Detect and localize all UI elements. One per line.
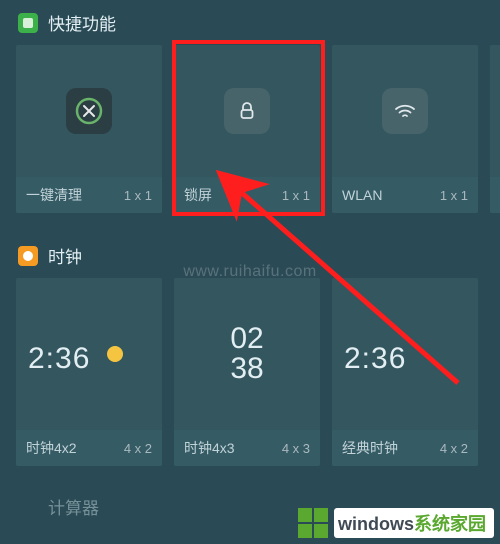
footer-logo: windows系统家园 <box>298 508 494 538</box>
tile-lock-screen[interactable]: 锁屏 1 x 1 <box>174 45 320 213</box>
tile-one-tap-clean[interactable]: 一键清理 1 x 1 <box>16 45 162 213</box>
tile-label-text: 时钟4x2 <box>26 438 77 458</box>
tile-label-text: 经典时钟 <box>342 438 398 458</box>
tile-label-bar: 时钟4x2 4 x 2 <box>16 430 162 466</box>
tile-label-bar: 时钟4x3 4 x 3 <box>174 430 320 466</box>
tile-wlan[interactable]: WLAN 1 x 1 <box>332 45 478 213</box>
tile-preview: 2:36 <box>332 278 478 430</box>
tile-label-text: 锁屏 <box>184 185 212 205</box>
tile-label-bar: WLAN 1 x 1 <box>332 177 478 213</box>
tile-preview <box>16 45 162 177</box>
tile-size-text: 1 x 1 <box>124 188 152 203</box>
footer-logo-text: windows系统家园 <box>334 508 494 538</box>
tile-label-bar: 经典时钟 4 x 2 <box>332 430 478 466</box>
tile-size-text: 4 x 2 <box>124 441 152 456</box>
weather-sun-icon <box>107 346 123 362</box>
section-badge-icon <box>18 497 38 517</box>
tile-label-bar: 锁屏 1 x 1 <box>174 177 320 213</box>
tile-preview: 2:36 <box>16 278 162 430</box>
tile-preview <box>174 45 320 177</box>
tile-label-text: WLAN <box>342 187 382 203</box>
tile-label-bar: 一键清理 1 x 1 <box>16 177 162 213</box>
clock-time-text: 2:36 <box>344 342 406 375</box>
tile-partial-cutoff[interactable]: 手 <box>490 45 500 213</box>
tile-size-text: 4 x 3 <box>282 441 310 456</box>
tile-size-text: 1 x 1 <box>282 188 310 203</box>
section-title: 时钟 <box>48 243 82 268</box>
section-header-clock: 时钟 <box>0 223 500 272</box>
logo-main: windows <box>338 514 414 534</box>
tile-label-text: 一键清理 <box>26 185 82 205</box>
close-ring-icon <box>66 88 112 134</box>
tile-clock-4x2[interactable]: 2:36 时钟4x2 4 x 2 <box>16 278 162 466</box>
tile-preview <box>490 45 500 177</box>
tile-size-text: 4 x 2 <box>440 441 468 456</box>
tile-label-bar: 手 <box>490 177 500 213</box>
clock-time-top: 02 <box>230 324 263 354</box>
windows-logo-icon <box>298 508 328 538</box>
tile-clock-4x3[interactable]: 02 38 时钟4x3 4 x 3 <box>174 278 320 466</box>
clock-time-bottom: 38 <box>230 354 263 384</box>
quick-tiles-row: 一键清理 1 x 1 锁屏 1 x 1 <box>0 39 500 223</box>
section-title: 计算器 <box>48 494 99 519</box>
section-badge-icon <box>18 246 38 266</box>
tile-preview <box>332 45 478 177</box>
tile-preview: 02 38 <box>174 278 320 430</box>
wifi-icon <box>382 88 428 134</box>
tile-label-text: 时钟4x3 <box>184 438 235 458</box>
clock-tiles-row: 2:36 时钟4x2 4 x 2 02 38 时钟4x3 4 x 3 <box>0 272 500 476</box>
section-header-quick: 快捷功能 <box>0 0 500 39</box>
clock-time-text: 2:36 <box>28 342 90 375</box>
tile-clock-classic[interactable]: 2:36 经典时钟 4 x 2 <box>332 278 478 466</box>
section-title: 快捷功能 <box>48 10 116 35</box>
section-badge-icon <box>18 13 38 33</box>
lock-icon <box>224 88 270 134</box>
tile-size-text: 1 x 1 <box>440 188 468 203</box>
clock-stacked-time: 02 38 <box>230 324 263 384</box>
logo-suffix: 系统家园 <box>414 514 486 534</box>
